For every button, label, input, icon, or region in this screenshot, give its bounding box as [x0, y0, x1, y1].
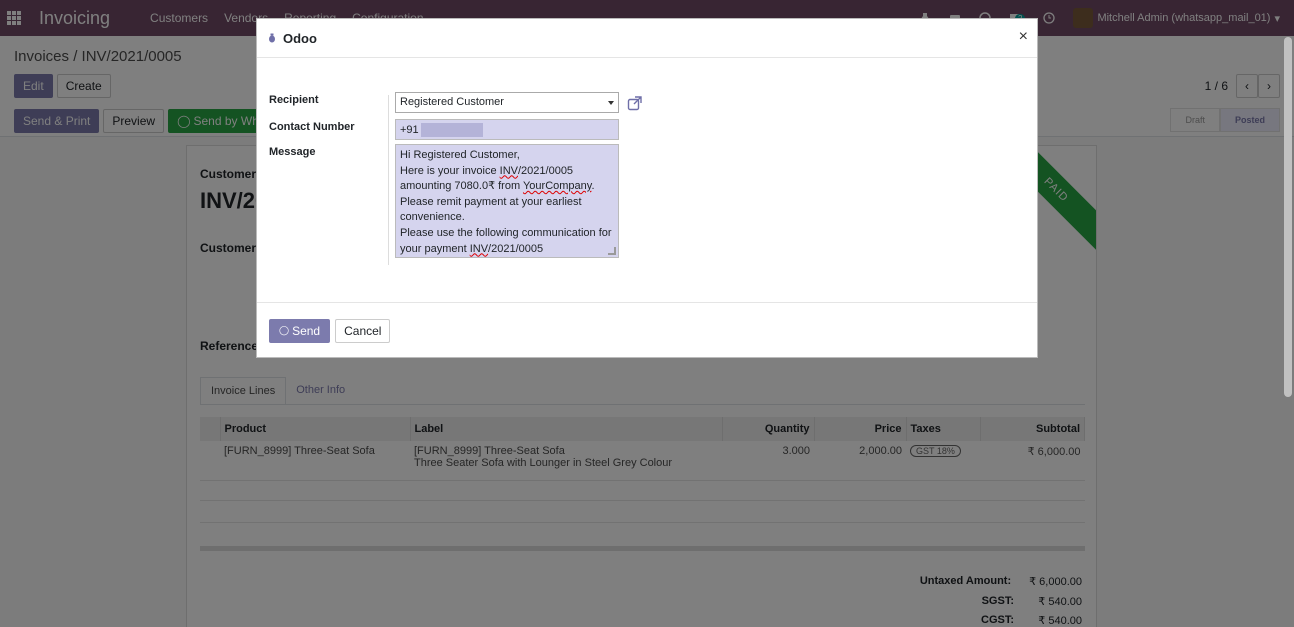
caret-down-icon	[608, 101, 614, 105]
external-link-icon[interactable]	[627, 95, 643, 111]
modal-body: Recipient Contact Number Message Registe…	[257, 59, 1037, 302]
message-label: Message	[269, 146, 316, 158]
bug-icon	[269, 33, 275, 43]
modal-footer: ◯ Send Cancel	[257, 302, 1037, 358]
contact-prefix: +91	[400, 123, 419, 136]
message-line: convenience.	[400, 211, 465, 224]
message-line: Hi Registered Customer,	[400, 149, 520, 161]
cancel-button[interactable]: Cancel	[335, 318, 391, 343]
recipient-label: Recipient	[269, 94, 319, 106]
message-line: Please use the following communication f…	[400, 226, 612, 239]
modal-header: Odoo ×	[257, 19, 1037, 58]
message-field[interactable]: Hi Registered Customer, Here is your invo…	[395, 144, 619, 258]
form-separator	[388, 95, 389, 265]
page-scrollbar[interactable]	[1284, 37, 1292, 397]
close-icon[interactable]: ×	[1019, 28, 1028, 46]
modal-title: Odoo	[283, 30, 317, 46]
redacted-number	[420, 123, 483, 137]
message-line: Please remit payment at your earliest	[400, 195, 582, 208]
send-button[interactable]: ◯ Send	[269, 318, 331, 343]
recipient-select[interactable]: Registered Customer	[395, 92, 619, 113]
message-line: Here is your invoice INV/2021/0005	[400, 164, 574, 177]
contact-number-field[interactable]: +91	[395, 119, 619, 140]
send-label: Send	[292, 323, 321, 338]
contact-number-label: Contact Number	[269, 121, 355, 133]
whatsapp-dialog: Odoo × Recipient Contact Number Message …	[256, 18, 1038, 358]
resize-handle-icon[interactable]	[608, 247, 616, 255]
recipient-value: Registered Customer	[400, 96, 504, 108]
whatsapp-icon: ◯	[279, 325, 290, 335]
message-line: your payment INV/2021/0005	[400, 242, 544, 255]
message-line: amounting 7080.0₹ from YourCompany.	[400, 180, 595, 193]
